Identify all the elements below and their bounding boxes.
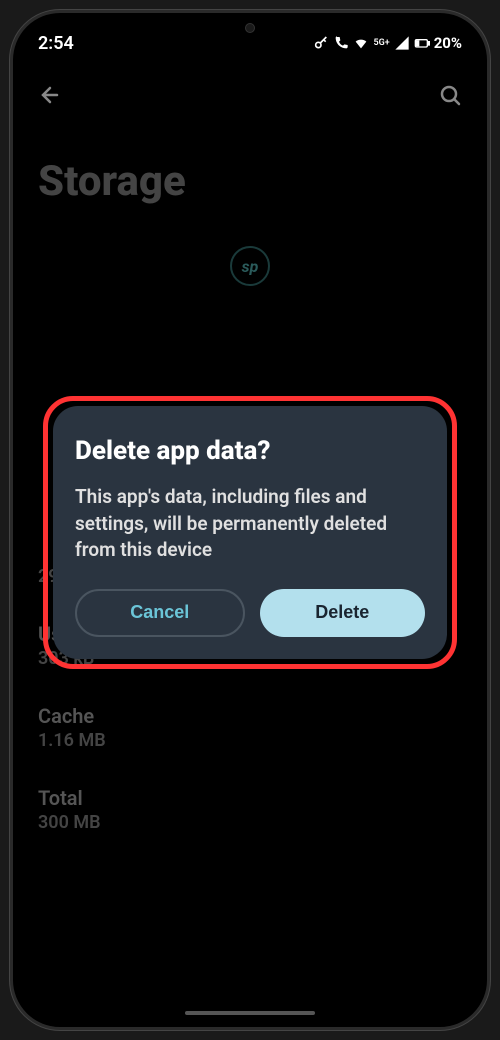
- stat-value: 300 MB: [38, 812, 462, 833]
- delete-button[interactable]: Delete: [260, 589, 426, 637]
- status-icons: 5G+ 20%: [313, 34, 462, 52]
- delete-dialog: Delete app data? This app's data, includ…: [53, 406, 447, 659]
- cancel-button[interactable]: Cancel: [75, 589, 245, 637]
- dialog-title: Delete app data?: [75, 436, 425, 466]
- battery-percent: 20%: [434, 34, 462, 52]
- status-time: 2:54: [38, 33, 74, 54]
- wifi-calling-icon: [333, 35, 349, 51]
- phone-frame: 2:54 5G+ 20%: [10, 10, 490, 1030]
- app-header: [13, 63, 487, 127]
- dialog-highlight: Delete app data? This app's data, includ…: [43, 396, 457, 669]
- signal-icon: [394, 35, 410, 51]
- network-type: 5G+: [373, 38, 389, 48]
- stat-cache: Cache 1.16 MB: [38, 704, 462, 751]
- home-indicator[interactable]: [185, 1011, 315, 1015]
- search-icon[interactable]: [438, 83, 462, 107]
- notch: [175, 13, 325, 43]
- side-button: [10, 193, 12, 253]
- dialog-buttons: Cancel Delete: [75, 589, 425, 637]
- stat-label: Total: [38, 786, 462, 810]
- stat-value: 1.16 MB: [38, 730, 462, 751]
- dialog-message: This app's data, including files and set…: [75, 484, 425, 564]
- stat-label: Cache: [38, 704, 462, 728]
- front-camera: [245, 23, 255, 33]
- stat-total: Total 300 MB: [38, 786, 462, 833]
- page-title: Storage: [38, 157, 462, 206]
- wifi-icon: [353, 35, 369, 51]
- app-icon: sp: [230, 246, 270, 286]
- back-icon[interactable]: [38, 83, 62, 107]
- battery-icon: [414, 35, 430, 51]
